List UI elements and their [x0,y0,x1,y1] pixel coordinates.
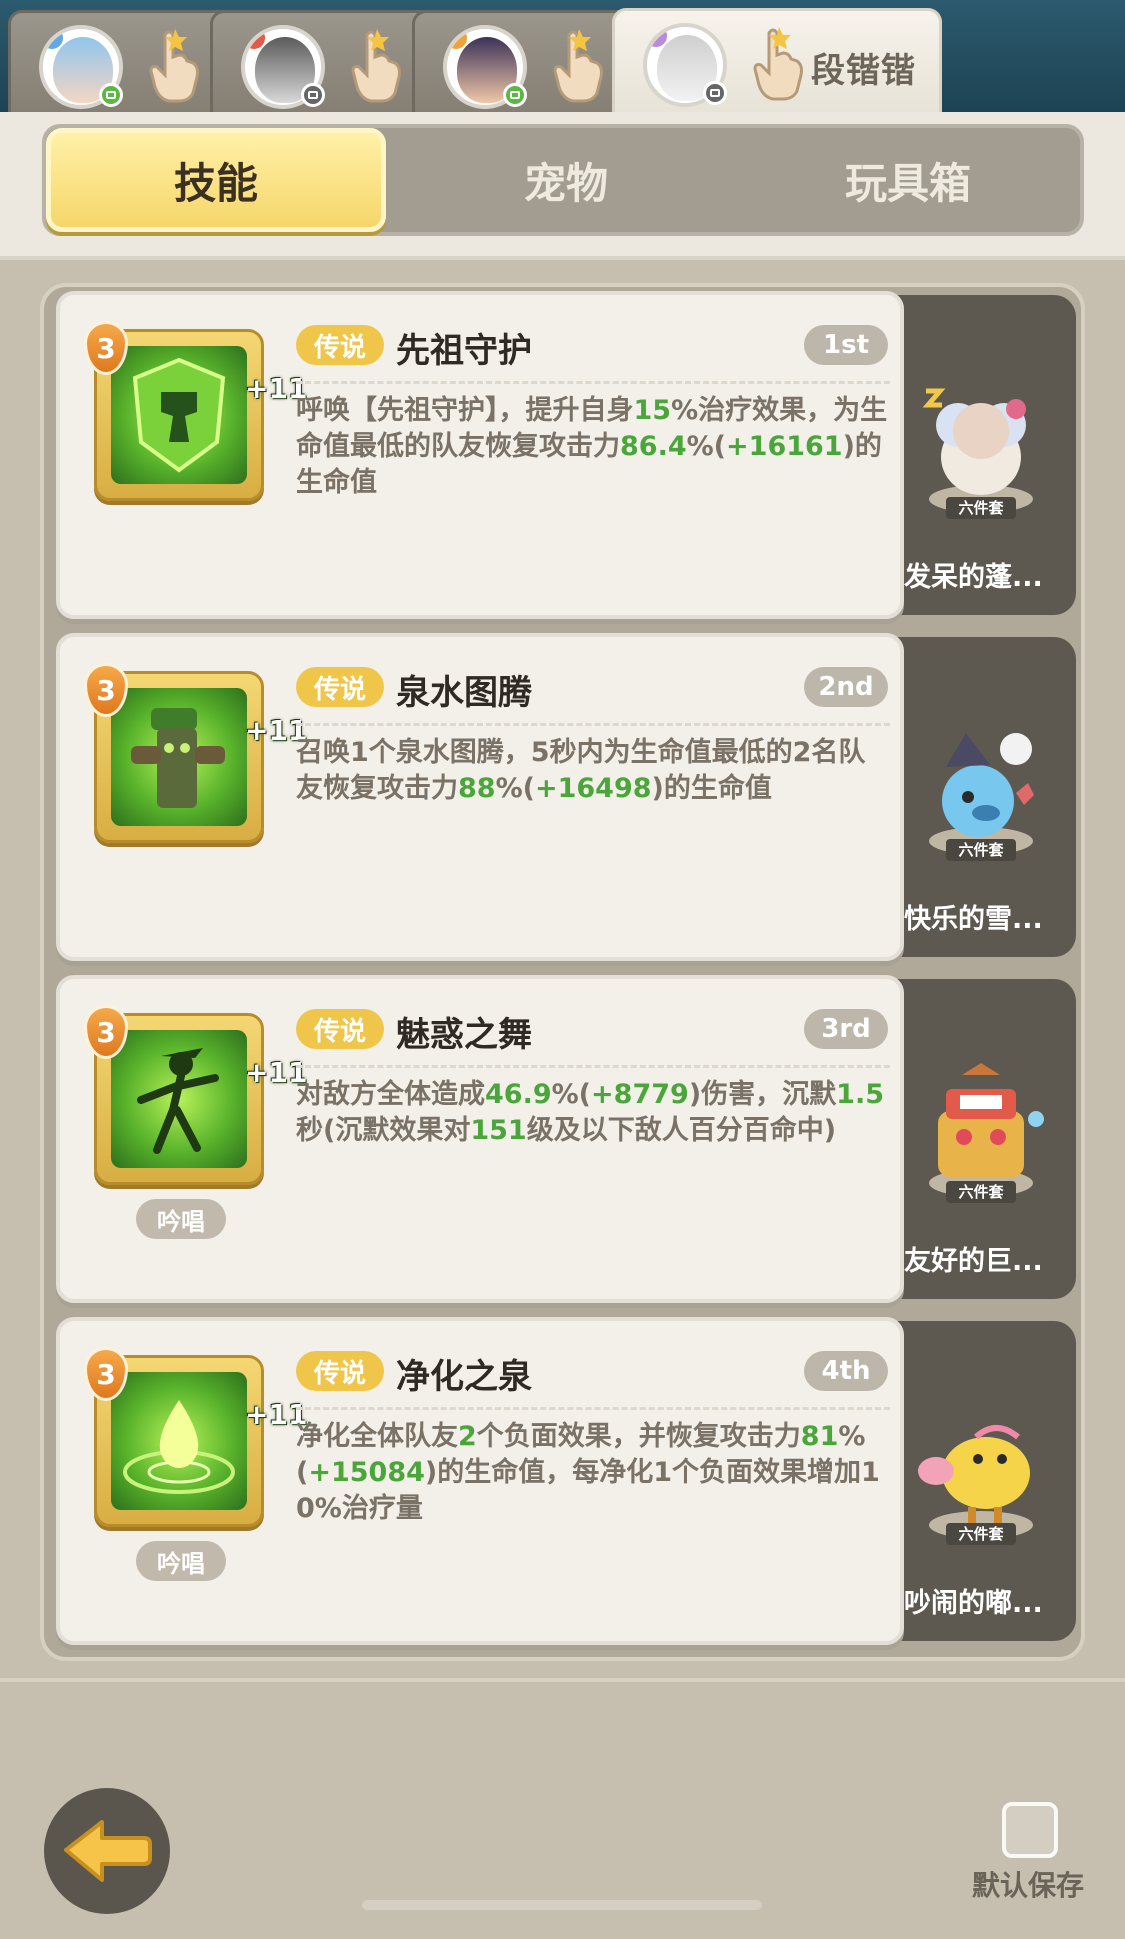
skill-row[interactable]: 六件套 快乐的雪... +11 3 传说 泉水图腾 2nd 召唤1个泉水图腾，5… [56,633,1078,961]
tab-toybox[interactable]: 玩具箱 [738,128,1078,232]
hero-tab-4[interactable]: 段锴锴 [612,8,942,116]
tab-pets[interactable]: 宠物 [396,128,736,232]
pet-slot[interactable]: 六件套 快乐的雪... [886,637,1076,957]
hero-tab-2[interactable] [210,10,442,112]
skill-description: 对敌方全体造成46.9%(+8779)伤害，沉默1.5 秒(沉默效果对151级及以… [296,1077,892,1149]
hero-tab-3[interactable] [412,10,644,112]
rarity-badge: 传说 [296,667,384,707]
rarity-badge: 传说 [296,1351,384,1391]
skill-order-badge: 2nd [804,667,888,707]
skill-name: 先祖守护 [396,331,532,371]
skill-order-badge: 3rd [804,1009,888,1049]
water-drop-icon [123,1400,235,1494]
tap-hand-icon [351,29,401,103]
highlight-value: +16498 [534,773,652,804]
skill-row[interactable]: 六件套 发呆的蓬... +11 3 传说 先祖守护 1st 呼唤【先祖守护】，提… [56,291,1078,619]
chant-tag: 吟唱 [136,1541,226,1581]
offline-status-icon [301,83,325,107]
desc-text: %( [495,773,535,804]
highlight-value: 1.5 [836,1079,884,1110]
tap-hand-icon [753,27,803,101]
skill-card[interactable]: +11 3 吟唱 传说 净化之泉 4th 净化全体队友2个负面效果，并恢复攻击力… [56,1317,904,1645]
tap-hand-icon [149,29,199,103]
hero-name: 段锴锴 [811,51,916,91]
pet-slot[interactable]: 六件套 发呆的蓬... [886,295,1076,615]
desc-text: %( [551,1079,592,1110]
tab-skills[interactable]: 技能 [46,128,386,232]
skill-card[interactable]: +11 3 传说 先祖守护 1st 呼唤【先祖守护】，提升自身15%治疗效果，为… [56,291,904,619]
skill-row[interactable]: 六件套 吵闹的嘟... +11 3 吟唱 传说 净化之泉 4th 净化全体队友2 [56,1317,1078,1645]
back-arrow-icon [64,1820,152,1882]
home-indicator [362,1900,762,1910]
skill-name: 魅惑之舞 [396,1015,532,1055]
highlight-value: 46.9 [485,1079,552,1110]
category-tabs: 技能 宠物 玩具箱 [42,124,1084,236]
pet-name: 发呆的蓬... [904,562,1043,593]
dancer-silhouette-icon [137,1048,219,1154]
highlight-value: 88 [458,773,496,804]
pet-set-label: 六件套 [946,1523,1016,1545]
category-panel: 技能 宠物 玩具箱 [0,112,1125,260]
highlight-value: +16161 [726,431,843,462]
pet-set-label: 六件套 [946,839,1016,861]
desc-text: 对敌方全体造成 [296,1079,485,1110]
skill-order-badge: 4th [804,1351,888,1391]
divider [296,1065,890,1068]
divider [296,381,890,384]
rarity-badge: 传说 [296,325,384,365]
skill-description: 呼唤【先祖守护】，提升自身15%治疗效果，为生命值最低的队友恢复攻击力86.4%… [296,393,892,501]
skill-card[interactable]: +11 3 传说 泉水图腾 2nd 召唤1个泉水图腾，5秒内为生命值最低的2名队… [56,633,904,961]
desc-text: )伤害，沉默 [688,1079,837,1110]
rarity-badge: 传说 [296,1009,384,1049]
highlight-value: 86.4 [620,431,687,462]
pet-name: 吵闹的嘟... [904,1588,1043,1619]
online-status-icon [503,83,527,107]
desc-text: )的生命值 [651,773,772,804]
default-save-checkbox[interactable] [1002,1802,1058,1858]
highlight-value: 15 [633,395,672,426]
skill-description: 召唤1个泉水图腾，5秒内为生命值最低的2名队友恢复攻击力88%(+16498)的… [296,735,892,807]
highlight-value: 151 [470,1115,527,1146]
highlight-value: +15084 [308,1457,425,1488]
desc-text: %( [686,431,727,462]
offline-status-icon [703,81,727,105]
pet-set-label: 六件套 [946,1181,1016,1203]
highlight-value: +8779 [591,1079,689,1110]
pet-set-label: 六件套 [946,497,1016,519]
skill-list[interactable]: 六件套 发呆的蓬... +11 3 传说 先祖守护 1st 呼唤【先祖守护】，提… [40,283,1085,1661]
pet-slot[interactable]: 六件套 吵闹的嘟... [886,1321,1076,1641]
desc-text: 呼唤【先祖守护】，提升自身 [296,395,634,426]
hero-tab-bar: 段锴锴 [0,0,1125,116]
skill-card[interactable]: +11 3 吟唱 传说 魅惑之舞 3rd 对敌方全体造成46.9%(+8779)… [56,975,904,1303]
divider [296,1407,890,1410]
desc-text: 净化全体队友 [296,1421,458,1452]
hero-tab-1[interactable] [8,10,240,112]
skill-description: 净化全体队友2个负面效果，并恢复攻击力81%(+15084)的生命值，每净化1个… [296,1419,892,1527]
shield-totem-icon [132,357,226,473]
spring-totem-icon [131,708,225,808]
pet-name: 快乐的雪... [904,904,1043,935]
pet-name: 友好的巨... [904,1246,1043,1277]
back-button[interactable] [44,1788,170,1914]
desc-text: 个负面效果，并恢复攻击力 [476,1421,801,1452]
tap-hand-icon [553,29,603,103]
desc-text: 秒(沉默效果对 [296,1115,471,1146]
skill-order-badge: 1st [804,325,888,365]
skill-name: 净化之泉 [396,1357,532,1397]
default-save-label: 默认保存 [972,1869,1085,1902]
highlight-value: 2 [458,1421,477,1452]
chant-tag: 吟唱 [136,1199,226,1239]
online-status-icon [99,83,123,107]
pet-slot[interactable]: 六件套 友好的巨... [886,979,1076,1299]
bottom-panel: 默认保存 [0,1678,1125,1939]
desc-text: 级及以下敌人百分百命中) [526,1115,837,1146]
divider [296,723,890,726]
skill-row[interactable]: 六件套 友好的巨... +11 3 吟唱 传说 魅惑之舞 3rd 对敌方全体造成 [56,975,1078,1303]
highlight-value: 81 [800,1421,839,1452]
skill-name: 泉水图腾 [396,673,532,713]
